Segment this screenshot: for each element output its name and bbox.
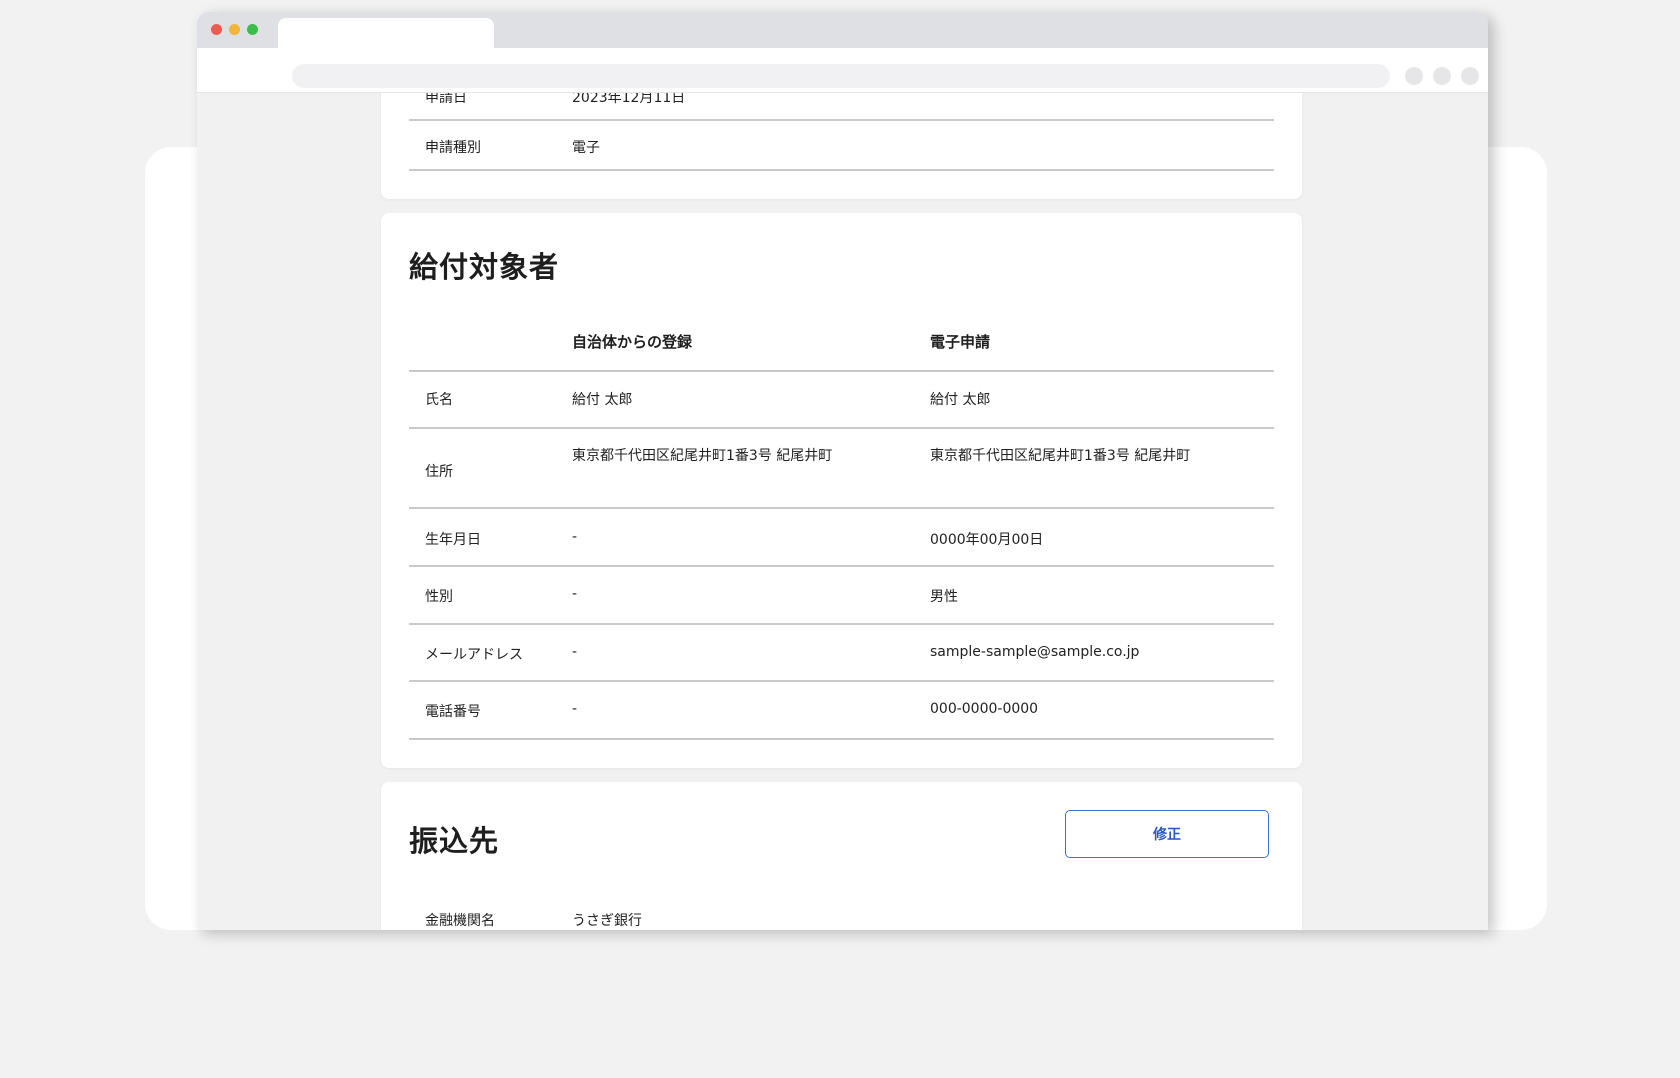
application-info-card: 申請日 2023年12月11日 申請種別 電子 — [381, 93, 1302, 199]
header-divider — [409, 370, 1274, 372]
name-electronic-value: 給付 太郎 — [930, 392, 991, 408]
maximize-window-icon[interactable] — [247, 24, 258, 35]
address-label: 住所 — [425, 464, 453, 480]
close-window-icon[interactable] — [211, 24, 222, 35]
bank-name-value: うさぎ銀行 — [572, 913, 642, 929]
birthdate-label: 生年月日 — [425, 532, 481, 548]
email-label: メールアドレス — [425, 647, 523, 663]
application-date-value: 2023年12月11日 — [572, 93, 686, 106]
row-divider — [409, 623, 1274, 625]
profile-icon[interactable] — [1433, 67, 1451, 85]
application-type-label: 申請種別 — [425, 140, 481, 156]
page-viewport[interactable]: 申請日 2023年12月11日 申請種別 電子 給付対象者 自治体からの登録 電… — [197, 93, 1488, 930]
row-divider — [409, 738, 1274, 740]
row-divider — [409, 507, 1274, 509]
row-divider — [409, 680, 1274, 682]
row-divider — [409, 119, 1274, 121]
application-type-value: 電子 — [572, 140, 600, 156]
beneficiary-title: 給付対象者 — [409, 250, 560, 284]
browser-toolbar — [197, 48, 1488, 93]
browser-tab[interactable] — [278, 18, 494, 48]
gender-label: 性別 — [425, 589, 453, 605]
transfer-title: 振込先 — [409, 824, 500, 858]
browser-titlebar — [197, 12, 1488, 48]
bank-name-label: 金融機関名 — [425, 913, 495, 929]
phone-electronic-value: 000-0000-0000 — [930, 701, 1039, 717]
name-municipal-value: 給付 太郎 — [572, 392, 633, 408]
birthdate-electronic-value: 0000年00月00日 — [930, 532, 1044, 548]
menu-icon[interactable] — [1461, 67, 1479, 85]
column-head-electronic: 電子申請 — [930, 333, 991, 351]
address-electronic-value: 東京都千代田区紀尾井町1番3号 紀尾井町 — [930, 448, 1191, 464]
column-head-municipal: 自治体からの登録 — [572, 333, 693, 351]
browser-window: 申請日 2023年12月11日 申請種別 電子 給付対象者 自治体からの登録 電… — [197, 12, 1488, 930]
address-municipal-value: 東京都千代田区紀尾井町1番3号 紀尾井町 — [572, 448, 833, 464]
application-date-label: 申請日 — [425, 93, 467, 106]
email-municipal-value: - — [572, 644, 578, 660]
beneficiary-card: 給付対象者 自治体からの登録 電子申請 氏名 給付 太郎 給付 太郎 住所 東京… — [381, 213, 1302, 768]
row-divider — [409, 427, 1274, 429]
row-divider — [409, 565, 1274, 567]
row-divider — [409, 169, 1274, 171]
gender-electronic-value: 男性 — [930, 589, 958, 605]
phone-municipal-value: - — [572, 701, 578, 717]
address-bar[interactable] — [292, 64, 1390, 88]
name-label: 氏名 — [425, 392, 453, 408]
minimize-window-icon[interactable] — [229, 24, 240, 35]
phone-label: 電話番号 — [425, 704, 481, 720]
extension-icon[interactable] — [1405, 67, 1423, 85]
birthdate-municipal-value: - — [572, 529, 578, 545]
edit-button[interactable]: 修正 — [1065, 810, 1269, 858]
gender-municipal-value: - — [572, 586, 578, 602]
email-electronic-value: sample-sample@sample.co.jp — [930, 644, 1140, 660]
transfer-card: 振込先 修正 金融機関名 うさぎ銀行 — [381, 782, 1302, 930]
